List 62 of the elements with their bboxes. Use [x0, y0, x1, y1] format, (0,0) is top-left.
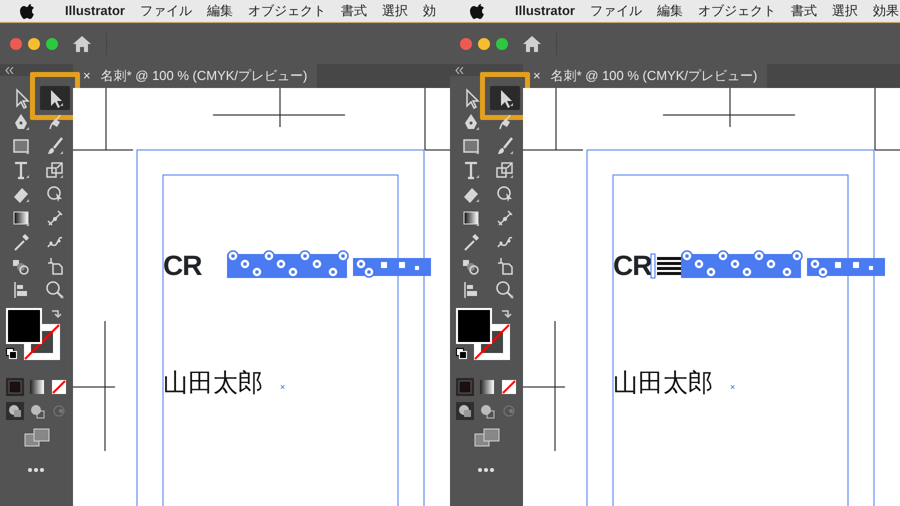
default-colors-icon[interactable] [6, 348, 17, 359]
collapse-icon[interactable] [455, 66, 464, 74]
collapse-icon[interactable] [5, 66, 14, 74]
apple-icon[interactable] [470, 3, 484, 19]
fill-swatch[interactable] [6, 308, 42, 344]
screen-mode-icon[interactable] [474, 428, 500, 448]
draw-behind-icon[interactable] [28, 402, 46, 420]
zoom-window-button[interactable] [496, 38, 508, 50]
name-text: 山田太郎 [613, 370, 713, 398]
app-menu[interactable]: Illustrator [515, 1, 575, 21]
draw-normal-icon[interactable] [456, 402, 474, 420]
gradient-mode-icon[interactable] [28, 378, 46, 396]
menu-item[interactable]: 効 [422, 1, 436, 21]
app-menu[interactable]: Illustrator [65, 1, 125, 21]
minimize-window-button[interactable] [478, 38, 490, 50]
menu-item[interactable]: オブジェクト [248, 1, 326, 21]
swap-icon[interactable] [50, 308, 62, 320]
crop-mark [73, 88, 134, 150]
tab-title: 名刺* @ 100 % (CMYK/プレビュー) [100, 67, 308, 86]
crop-mark [424, 88, 450, 150]
more-tools-icon[interactable] [28, 468, 44, 472]
logo-text: CR [163, 252, 202, 280]
more-tools-icon[interactable] [478, 468, 494, 472]
menu-item[interactable]: ファイル [140, 1, 192, 21]
swap-icon[interactable] [500, 308, 512, 320]
tab-close-button[interactable]: × [533, 66, 541, 86]
anchor-marker: × [730, 383, 736, 392]
menu-item[interactable]: ファイル [590, 1, 642, 21]
name-text: 山田太郎 [163, 370, 263, 398]
logo-text: CR [613, 252, 652, 280]
none-mode-icon[interactable] [50, 378, 68, 396]
menu-item[interactable]: 選択 [832, 1, 858, 21]
gradient-mode-icon[interactable] [478, 378, 496, 396]
menu-item[interactable]: 編集 [206, 1, 233, 21]
anchor-marker: × [280, 383, 286, 392]
home-icon[interactable] [522, 34, 542, 52]
crop-mark [874, 88, 900, 150]
document-tab[interactable]: × 名刺* @ 100 % (CMYK/プレビュー) [73, 64, 318, 88]
draw-normal-icon[interactable] [6, 402, 24, 420]
menu-item[interactable]: 書式 [790, 1, 817, 21]
tab-close-button[interactable]: × [83, 66, 91, 86]
apple-icon[interactable] [20, 3, 34, 19]
color-mode-icon[interactable] [6, 378, 24, 396]
menu-item[interactable]: オブジェクト [698, 1, 776, 21]
draw-behind-icon[interactable] [478, 402, 496, 420]
zoom-icon[interactable] [494, 279, 516, 301]
screen-mode-icon[interactable] [24, 428, 50, 448]
menu-item[interactable]: 選択 [382, 1, 408, 21]
menu-item[interactable]: 効果 [872, 1, 899, 21]
menu-item[interactable]: 編集 [656, 1, 683, 21]
document-tab[interactable]: × 名刺* @ 100 % (CMYK/プレビュー) [523, 64, 768, 88]
tab-title: 名刺* @ 100 % (CMYK/プレビュー) [550, 67, 758, 86]
zoom-icon[interactable] [44, 279, 66, 301]
color-mode-icon[interactable] [456, 378, 474, 396]
home-icon[interactable] [72, 34, 92, 52]
fill-swatch[interactable] [456, 308, 492, 344]
crop-mark [523, 88, 584, 150]
zoom-window-button[interactable] [46, 38, 58, 50]
menu-item[interactable]: 書式 [340, 1, 367, 21]
minimize-window-button[interactable] [28, 38, 40, 50]
none-mode-icon[interactable] [500, 378, 518, 396]
default-colors-icon[interactable] [456, 348, 467, 359]
